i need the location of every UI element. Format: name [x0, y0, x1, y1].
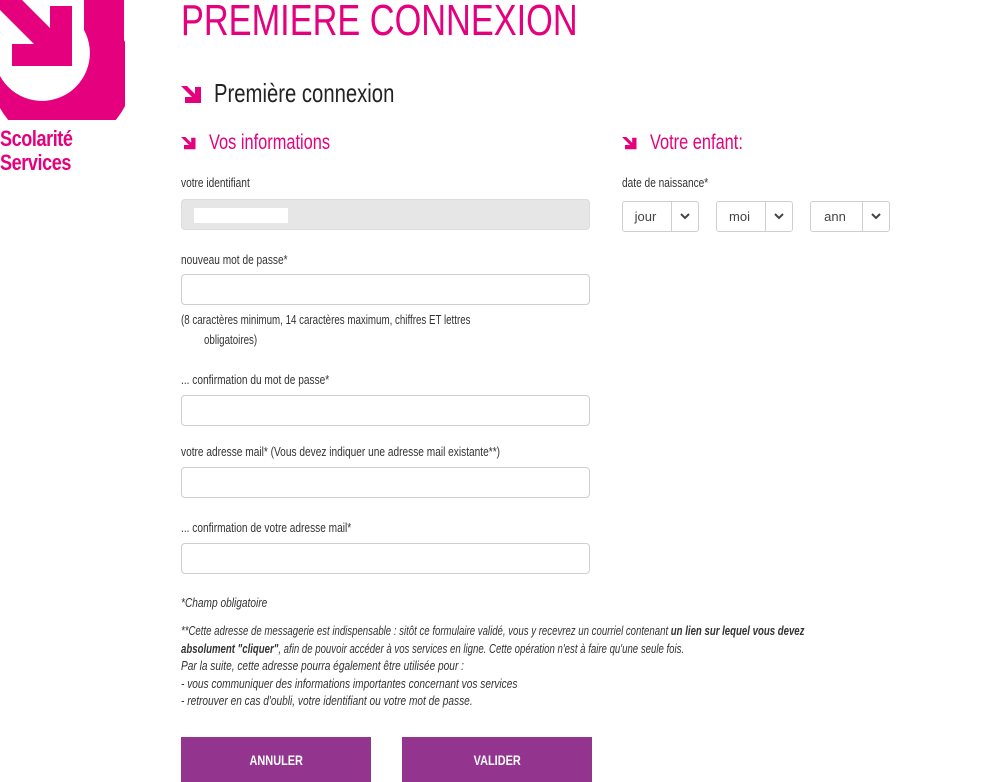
vos-informations-heading: Vos informations: [181, 131, 364, 155]
votre-enfant-heading: Votre enfant:: [622, 131, 769, 155]
identifiant-label: votre identifiant: [181, 175, 250, 190]
section-title: Première connexion: [181, 78, 445, 109]
email-info-note: **Cette adresse de messagerie est indisp…: [181, 623, 805, 708]
email-label: votre adresse mail* (Vous devez indiquer…: [181, 444, 501, 459]
logo-arrow-icon: [0, 0, 125, 120]
logo-line2: Services: [0, 150, 71, 175]
arrow-down-right-icon: [181, 136, 196, 150]
cancel-button[interactable]: ANNULER: [181, 737, 371, 782]
logo-line1: Scolarité: [0, 126, 73, 151]
year-select[interactable]: ann: [810, 201, 890, 232]
year-select-value: ann: [824, 209, 846, 224]
scolarite-services-logo: Scolarité Services: [0, 0, 130, 175]
day-select[interactable]: jour: [622, 201, 699, 232]
identifiant-field: [181, 199, 590, 230]
password-confirm-input[interactable]: [181, 395, 590, 426]
page-title: PREMIERE CONNEXION: [181, 0, 578, 45]
month-select[interactable]: moi: [716, 201, 793, 232]
month-select-value: moi: [729, 209, 750, 224]
birth-date-label: date de naissance*: [622, 175, 709, 190]
arrow-down-right-icon: [181, 86, 201, 104]
email-confirm-input[interactable]: [181, 543, 590, 574]
chevron-down-icon[interactable]: [765, 202, 792, 231]
password-confirm-label: ... confirmation du mot de passe*: [181, 372, 330, 387]
chevron-down-icon[interactable]: [862, 202, 889, 231]
password-input[interactable]: [181, 274, 590, 305]
email-input[interactable]: [181, 467, 590, 498]
submit-button[interactable]: VALIDER: [402, 737, 592, 782]
required-note: *Champ obligatoire: [181, 595, 268, 610]
password-label: nouveau mot de passe*: [181, 252, 288, 267]
identifiant-value: [194, 208, 288, 223]
day-select-value: jour: [634, 209, 657, 224]
password-help: (8 caractères minimum, 14 caractères max…: [181, 313, 471, 347]
chevron-down-icon[interactable]: [671, 202, 698, 231]
email-confirm-label: ... confirmation de votre adresse mail*: [181, 520, 352, 535]
arrow-down-right-icon: [622, 136, 637, 150]
